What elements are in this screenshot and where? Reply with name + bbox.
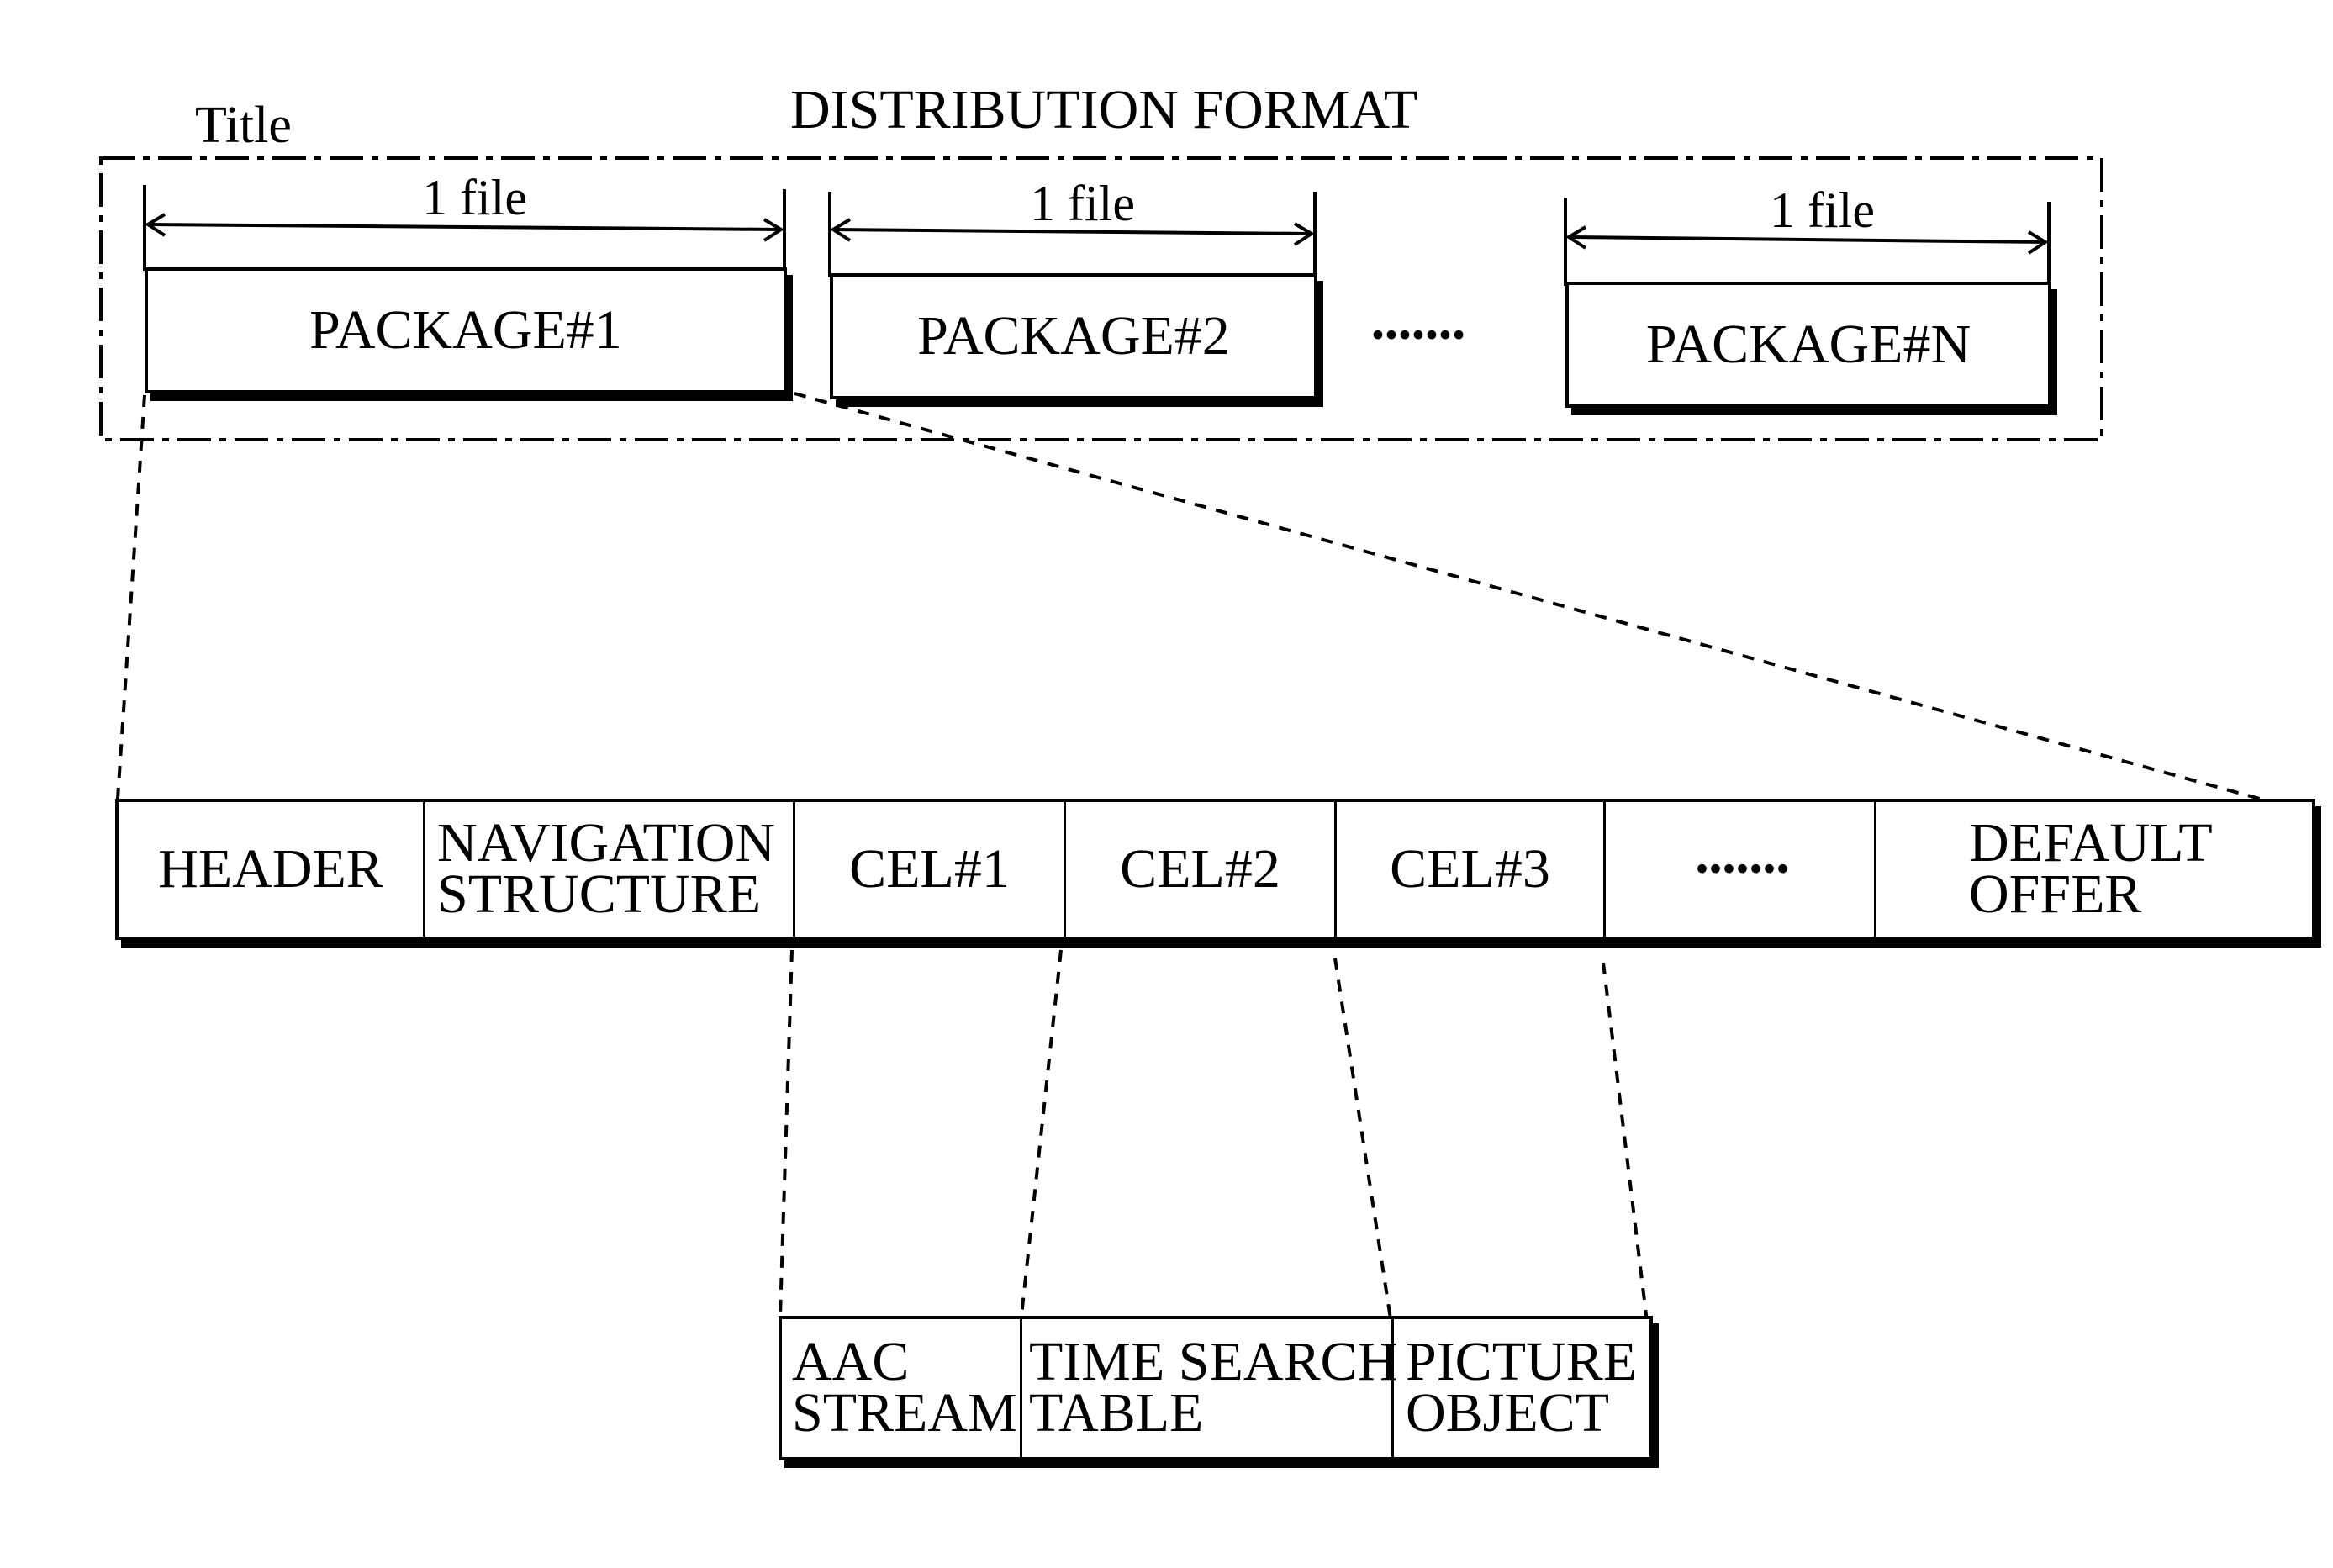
expand-line-cel-mid1 [1020, 949, 1063, 1317]
segment-header: HEADER [119, 802, 425, 937]
segment-default-offer: DEFAULT OFFER [1969, 812, 2213, 925]
cel-contents-row: AAC STREAM TIME SEARCH TABLE PICTURE OBJ… [779, 1316, 1653, 1460]
title-group-label: Title [195, 97, 292, 154]
package-2: PACKAGE#2 [830, 273, 1317, 399]
package-label: PACKAGE#2 [917, 305, 1230, 367]
segment-ellipsis: ······· [1606, 802, 1876, 937]
expand-line-cel-right [1602, 962, 1649, 1329]
segment-cel-3: CEL#3 [1337, 802, 1606, 937]
package-label: PACKAGE#N [1645, 314, 1971, 375]
package-ellipsis: ······· [1369, 304, 1468, 366]
package-n: PACKAGE#N [1565, 282, 2051, 408]
file-label-2: 1 file [1030, 176, 1135, 231]
expand-line-cel-left [779, 949, 794, 1317]
file-label-n: 1 file [1770, 182, 1875, 238]
package-contents-row: HEADER NAVIGATION STRUCTURE CEL#1 CEL#2 … [115, 799, 2315, 940]
file-label-1: 1 file [422, 170, 527, 225]
package-1: PACKAGE#1 [145, 267, 787, 393]
segment-time-search-table: TIME SEARCH TABLE [1022, 1319, 1397, 1457]
diagram-title: DISTRIBUTION FORMAT [790, 79, 1418, 140]
expand-line-left [116, 394, 146, 800]
expand-line-right [794, 392, 2321, 817]
segment-aac-stream: AAC STREAM [782, 1319, 1022, 1457]
segment-navigation-structure: NAVIGATION STRUCTURE [425, 802, 795, 937]
segment-cel-1: CEL#1 [795, 802, 1066, 937]
segment-cel-2: CEL#2 [1066, 802, 1337, 937]
package-label: PACKAGE#1 [309, 299, 622, 361]
segment-picture-object: PICTURE OBJECT [1406, 1331, 1638, 1444]
expand-line-cel-mid2 [1333, 958, 1393, 1325]
